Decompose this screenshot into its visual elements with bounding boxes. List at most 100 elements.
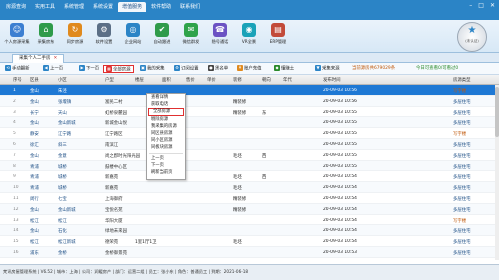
ctx-view-details[interactable]: 查看详情	[147, 94, 185, 101]
sync-icon: ↻	[68, 23, 82, 37]
menu-divider	[149, 152, 183, 154]
col-community-cell: 城桥	[58, 186, 67, 192]
col-unit-price-header[interactable]: 单价	[207, 77, 216, 83]
col-no-header[interactable]: 序号	[13, 77, 22, 83]
col-district-cell: 松江	[30, 240, 39, 246]
vertical-scrollbar[interactable]	[495, 85, 499, 260]
col-published-cell: 20-09-03 10:55	[323, 163, 357, 169]
toolbar-button-3[interactable]: ⚙ 软件设置	[89, 23, 119, 45]
ctx-all-listings[interactable]: 全部房源	[148, 108, 184, 116]
earn-icon: ◆	[274, 65, 280, 71]
earn-button[interactable]: ◆ 懂赚土	[272, 65, 296, 73]
toolbar-button-2[interactable]: ↻ 同步房源	[60, 23, 90, 45]
col-layout-header[interactable]: 户型	[105, 77, 114, 83]
toolbar-button-1[interactable]: ⌂ 采集房东	[31, 23, 61, 45]
recharge-button[interactable]: ¥ 账户充值	[235, 65, 264, 73]
menu-item-4[interactable]: 增值服务	[118, 2, 147, 12]
menu-item-3[interactable]: 系统设置	[89, 2, 117, 12]
col-area-header[interactable]: 面积	[162, 77, 171, 83]
table-row[interactable]: 11 闵行 七宝 上海御府 精装修 20-09-03 10:54 多层住宅	[0, 193, 499, 204]
table-row[interactable]: 5 静安 江宁路 江宁路区 20-09-03 10:55 写字楼	[0, 128, 499, 139]
table-row[interactable]: 17浦东曹路金德南苑3室2厅2卫精装修20-09-03 10:53多层住宅	[0, 258, 499, 260]
prev-page-button[interactable]: ◀ 上一页	[41, 65, 65, 73]
source-filter-button[interactable]: ▼ 采集来源	[313, 65, 342, 73]
close-window-icon[interactable]: ✕	[490, 2, 495, 9]
menu-item-0[interactable]: 房源查询	[2, 2, 30, 12]
subscription-settings-button[interactable]: ⚙ 订阅设置	[172, 65, 201, 73]
col-no-cell: 14	[13, 228, 19, 234]
action-label: 账户充值	[244, 66, 262, 72]
table-row[interactable]: 9 青浦 城桥 新嘉苑 毛坯 西 20-09-03 10:54 多层住宅	[0, 171, 499, 183]
ctx-my-collected[interactable]: 我采集的房源	[147, 123, 185, 130]
col-type-header[interactable]: 房源类型	[453, 77, 471, 83]
col-layout-cell: 华阳大厦	[105, 218, 123, 224]
all-listings-button[interactable]: ▦ 全部房源	[103, 65, 134, 73]
maximize-icon[interactable]: □	[478, 2, 484, 9]
table-row[interactable]: 14 金山 石化 绿地未来园 20-09-03 10:54 多层住宅	[0, 225, 499, 237]
menu-item-6[interactable]: 联系我们	[176, 2, 204, 12]
col-layout-cell: 富民二村	[105, 99, 123, 105]
table-row[interactable]: 2 金山 张堰镇 富民二村 精装修 20-09-03 10:56 多层住宅	[0, 95, 499, 107]
col-type-cell: 多层住宅	[453, 197, 471, 202]
col-district-cell: 徐汇	[30, 143, 39, 148]
toolbar-button-6[interactable]: ✉ 微信群发	[176, 23, 206, 45]
toolbar-button-0[interactable]: ☺ 个人房源采集	[2, 23, 32, 45]
col-published-cell: 20-09-03 10:54	[323, 174, 357, 180]
col-community-cell: 张堰镇	[58, 99, 72, 105]
col-no-cell: 4	[13, 120, 16, 126]
toolbar-button-8[interactable]: ◉ VR全景	[234, 23, 264, 45]
tab-collect-personal-resale[interactable]: 采集个人二手房 ✕	[12, 54, 65, 63]
my-collection-button[interactable]: ▣ 我的采集	[138, 65, 167, 73]
toolbar-button-7[interactable]: ☎ 隐号通话	[205, 23, 235, 45]
col-price-header[interactable]: 售价	[186, 77, 195, 83]
menu-item-1[interactable]: 实用工具	[31, 2, 59, 12]
col-floor-header[interactable]: 楼层	[135, 77, 144, 83]
col-community-header[interactable]: 小区	[58, 77, 67, 83]
table-row[interactable]: 8 青浦 城桥 鼓楼中心区 20-09-03 10:55 多层住宅	[0, 160, 499, 172]
ctx-same-district[interactable]: 同区县房源	[147, 130, 185, 137]
refresh-button[interactable]: ⟲ 手动翻新	[3, 65, 32, 73]
table-row[interactable]: 7 金山 金意 尚之郡时光阳光园 毛坯 西 20-09-03 10:55 多层住宅	[0, 150, 499, 161]
toolbar-button-5[interactable]: ✔ 自动跟进	[147, 23, 177, 45]
col-orientation-cell: 西	[262, 153, 267, 159]
table-row[interactable]: 15 松江 松江新城 德荣苑 1室1厅1卫 毛坯 20-09-03 10:54 多层住宅	[0, 236, 499, 247]
col-no-cell: 12	[13, 206, 19, 212]
blacklist-button[interactable]: ● 黑名单	[206, 65, 230, 73]
ctx-refresh[interactable]: 刷新当前页	[147, 169, 185, 176]
toolbar-button-4[interactable]: ◎ 企业网站	[118, 23, 148, 45]
my-collection-icon: ▣	[140, 65, 146, 71]
col-published-cell: 20-09-03 10:55	[323, 131, 357, 137]
table-row[interactable]: 16 浦东 金桥 金桥御景苑 20-09-03 10:53 多层住宅	[0, 247, 499, 258]
col-community-cell: 金山新城	[58, 207, 76, 213]
menu-item-2[interactable]: 系统管理	[60, 2, 88, 12]
ctx-next-page[interactable]: 下一页	[147, 162, 185, 169]
table-row[interactable]: 4 金山 金山新城 新城金山悦 20-09-03 10:55 多层住宅	[0, 117, 499, 129]
close-icon[interactable]: ✕	[54, 56, 58, 61]
col-orientation-header[interactable]: 朝向	[262, 77, 271, 83]
ctx-get-phone[interactable]: 获取电话	[147, 101, 185, 108]
table-row[interactable]: 12 金山 金山新城 宝悦名苑 精装修 20-09-03 10:54 多层住宅	[0, 203, 499, 215]
menu-item-5[interactable]: 软件帮助	[147, 2, 175, 12]
table-row[interactable]: 10 青浦 城桥 新嘉苑 毛坯 20-09-03 10:54 多层住宅	[0, 182, 499, 193]
table-row[interactable]: 13 松江 松江 华阳大厦 20-09-03 10:54 写字楼	[0, 215, 499, 226]
vr-icon: ◉	[242, 23, 256, 37]
ctx-remove-listing[interactable]: 剔除房源	[147, 116, 185, 123]
col-community-cell: 城桥	[58, 164, 67, 170]
col-district-header[interactable]: 区县	[30, 77, 39, 83]
ctx-prev-page[interactable]: 上一页	[147, 155, 185, 162]
col-decoration-header[interactable]: 装修	[233, 77, 242, 83]
minimize-icon[interactable]: –	[469, 2, 472, 9]
col-published-header[interactable]: 发布时间	[323, 77, 341, 83]
table-row[interactable]: 3 长宁 天山 虹桥泉麓园 精装修 东 20-09-03 10:55 多层住宅	[0, 107, 499, 118]
col-year-header[interactable]: 年代	[283, 77, 292, 83]
table-row[interactable]: 1 金山 朱泾 20-09-03 10:56 写字楼	[0, 85, 499, 96]
blacklist-icon: ●	[208, 65, 214, 71]
table-row[interactable]: 6 徐汇 斜三 南滨江 20-09-03 10:55 多层住宅	[0, 139, 499, 150]
col-district-cell: 金山	[30, 229, 39, 235]
scrollbar-thumb[interactable]	[495, 87, 499, 137]
next-page-button[interactable]: ▶ 下一页	[77, 65, 101, 73]
ctx-same-community[interactable]: 同小区房源	[147, 137, 185, 144]
ctx-same-block[interactable]: 同板块房源	[147, 144, 185, 151]
toolbar-button-9[interactable]: ▤ ERP管理	[263, 23, 293, 45]
col-no-cell: 8	[13, 163, 16, 169]
